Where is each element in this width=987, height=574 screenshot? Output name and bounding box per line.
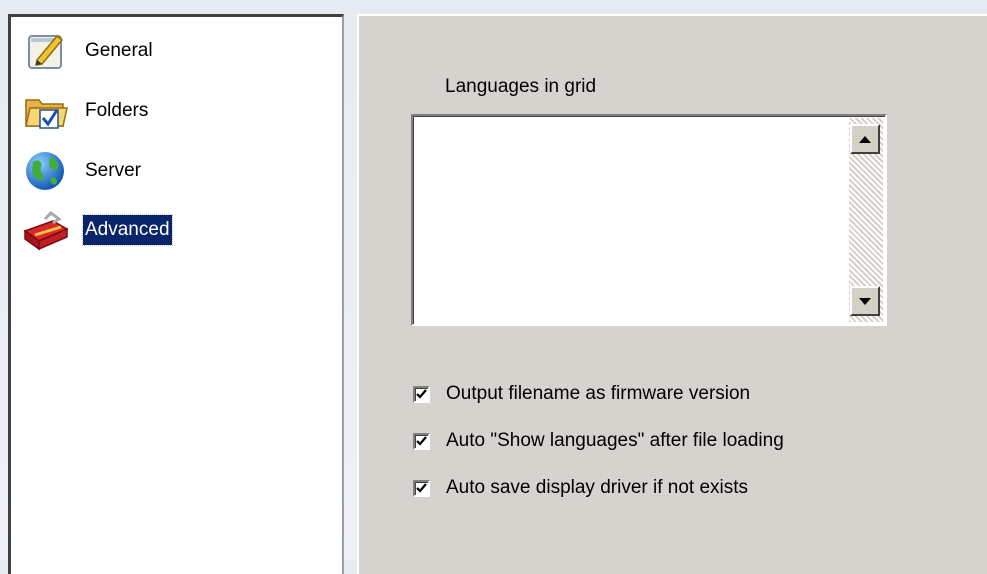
auto-show-languages-checkbox[interactable] [413,432,430,450]
nav-item-server[interactable]: Server [23,148,143,194]
vertical-scrollbar[interactable] [849,118,883,322]
output-filename-checkbox[interactable] [413,385,430,403]
globe-icon [23,148,69,194]
languages-in-grid-label: Languages in grid [445,76,597,97]
arrow-down-icon [859,297,871,305]
toolbox-icon [23,207,69,253]
auto-save-display-driver-option[interactable]: Auto save display driver if not exists [413,477,748,499]
scroll-down-button[interactable] [850,286,880,316]
nav-item-advanced[interactable]: Advanced [23,207,173,253]
settings-category-list[interactable]: General Folders Server Advanced [8,14,344,574]
nav-item-label: General [85,40,153,61]
output-filename-option[interactable]: Output filename as firmware version [413,383,750,405]
advanced-settings-panel: Languages in grid Output filename as fir… [357,14,987,574]
folder-checkmark-icon [23,88,69,134]
auto-show-languages-option[interactable]: Auto "Show languages" after file loading [413,430,784,452]
auto-show-languages-label: Auto "Show languages" after file loading [446,430,784,451]
nav-item-label: Folders [85,100,149,121]
pencil-notepad-icon [23,28,69,74]
output-filename-label: Output filename as firmware version [446,383,751,404]
checkmark-icon [416,482,427,493]
arrow-up-icon [859,135,871,143]
nav-item-label: Advanced [82,214,173,246]
nav-item-label: Server [85,160,141,181]
checkmark-icon [416,388,427,399]
auto-save-display-driver-checkbox[interactable] [413,479,430,497]
languages-listbox[interactable] [411,114,887,326]
nav-item-general[interactable]: General [23,28,155,74]
checkmark-icon [416,435,427,446]
nav-item-folders[interactable]: Folders [23,88,150,134]
scroll-up-button[interactable] [850,124,880,154]
auto-save-display-driver-label: Auto save display driver if not exists [446,477,749,498]
